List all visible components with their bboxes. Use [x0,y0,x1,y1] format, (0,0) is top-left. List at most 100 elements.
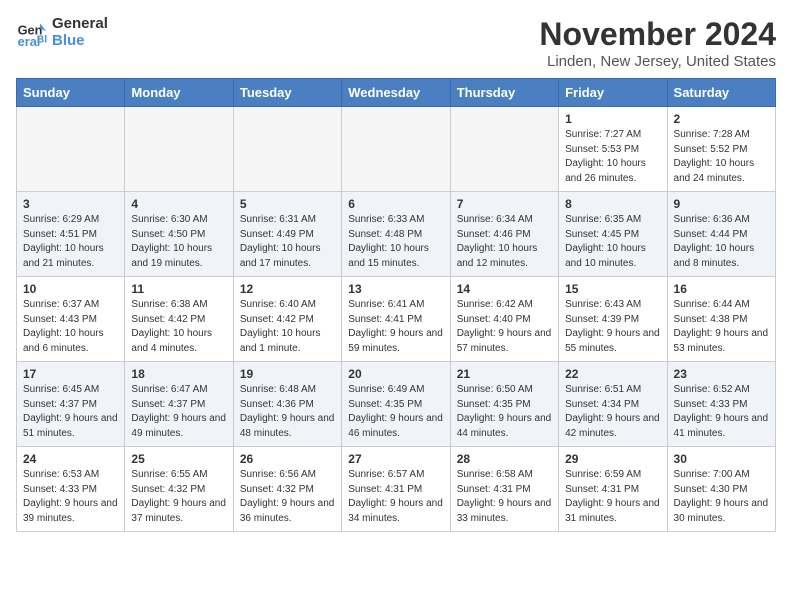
day-info: Sunrise: 6:51 AM Sunset: 4:34 PM Dayligh… [565,383,660,441]
day-number: 14 [457,282,552,296]
calendar-row-4: 17 Sunrise: 6:45 AM Sunset: 4:37 PM Dayli… [17,362,776,447]
day-info: Sunrise: 6:50 AM Sunset: 4:35 PM Dayligh… [457,383,552,441]
day-info: Sunrise: 6:44 AM Sunset: 4:38 PM Dayligh… [674,298,769,356]
calendar-cell: 21 Sunrise: 6:50 AM Sunset: 4:35 PM Dayli… [450,362,558,447]
day-info: Sunrise: 6:38 AM Sunset: 4:42 PM Dayligh… [131,298,226,356]
calendar-cell: 3 Sunrise: 6:29 AM Sunset: 4:51 PM Daylig… [17,192,125,277]
calendar-cell: 25 Sunrise: 6:55 AM Sunset: 4:32 PM Dayli… [125,447,233,532]
page-header: Gen eral Blue General Blue November 2024… [16,16,776,70]
day-info: Sunrise: 6:47 AM Sunset: 4:37 PM Dayligh… [131,383,226,441]
logo-general: General [52,16,108,33]
calendar-cell: 1 Sunrise: 7:27 AM Sunset: 5:53 PM Daylig… [559,107,667,192]
day-number: 29 [565,452,660,466]
header-sunday: Sunday [17,79,125,107]
calendar-cell: 2 Sunrise: 7:28 AM Sunset: 5:52 PM Daylig… [667,107,775,192]
header-saturday: Saturday [667,79,775,107]
day-number: 27 [348,452,443,466]
calendar-cell: 15Sunrise: 6:43 AM Sunset: 4:39 PM Dayli… [559,277,667,362]
calendar-cell: 12 Sunrise: 6:40 AM Sunset: 4:42 PM Dayli… [233,277,341,362]
header-wednesday: Wednesday [342,79,450,107]
day-info: Sunrise: 6:30 AM Sunset: 4:50 PM Dayligh… [131,213,226,271]
calendar-row-2: 3 Sunrise: 6:29 AM Sunset: 4:51 PM Daylig… [17,192,776,277]
day-info: Sunrise: 6:31 AM Sunset: 4:49 PM Dayligh… [240,213,335,271]
calendar-cell: 14 Sunrise: 6:42 AM Sunset: 4:40 PM Dayli… [450,277,558,362]
day-number: 1 [565,112,660,126]
calendar-table: SundayMondayTuesdayWednesdayThursdayFrid… [16,78,776,532]
day-number: 7 [457,197,552,211]
calendar-cell: 30Sunrise: 7:00 AM Sunset: 4:30 PM Dayli… [667,447,775,532]
calendar-cell [125,107,233,192]
day-info: Sunrise: 6:56 AM Sunset: 4:32 PM Dayligh… [240,468,335,526]
day-number: 25 [131,452,226,466]
calendar-cell [17,107,125,192]
day-number: 18 [131,367,226,381]
day-number: 8 [565,197,660,211]
day-info: Sunrise: 6:53 AM Sunset: 4:33 PM Dayligh… [23,468,118,526]
header-tuesday: Tuesday [233,79,341,107]
day-number: 16 [674,282,769,296]
calendar-cell: 29Sunrise: 6:59 AM Sunset: 4:31 PM Dayli… [559,447,667,532]
day-info: Sunrise: 6:42 AM Sunset: 4:40 PM Dayligh… [457,298,552,356]
day-number: 20 [348,367,443,381]
header-monday: Monday [125,79,233,107]
day-number: 22 [565,367,660,381]
day-info: Sunrise: 6:36 AM Sunset: 4:44 PM Dayligh… [674,213,769,271]
calendar-cell: 13 Sunrise: 6:41 AM Sunset: 4:41 PM Dayli… [342,277,450,362]
calendar-cell [450,107,558,192]
calendar-cell: 22 Sunrise: 6:51 AM Sunset: 4:34 PM Dayli… [559,362,667,447]
day-info: Sunrise: 7:27 AM Sunset: 5:53 PM Dayligh… [565,128,660,186]
day-number: 10 [23,282,118,296]
day-number: 13 [348,282,443,296]
header-thursday: Thursday [450,79,558,107]
calendar-header-row: SundayMondayTuesdayWednesdayThursdayFrid… [17,79,776,107]
day-info: Sunrise: 6:41 AM Sunset: 4:41 PM Dayligh… [348,298,443,356]
calendar-cell: 18 Sunrise: 6:47 AM Sunset: 4:37 PM Dayli… [125,362,233,447]
calendar-cell: 23Sunrise: 6:52 AM Sunset: 4:33 PM Dayli… [667,362,775,447]
day-number: 3 [23,197,118,211]
day-number: 6 [348,197,443,211]
day-info: Sunrise: 6:45 AM Sunset: 4:37 PM Dayligh… [23,383,118,441]
day-info: Sunrise: 7:00 AM Sunset: 4:30 PM Dayligh… [674,468,769,526]
header-friday: Friday [559,79,667,107]
calendar-cell: 24 Sunrise: 6:53 AM Sunset: 4:33 PM Dayli… [17,447,125,532]
day-info: Sunrise: 6:35 AM Sunset: 4:45 PM Dayligh… [565,213,660,271]
day-number: 28 [457,452,552,466]
day-number: 12 [240,282,335,296]
day-number: 4 [131,197,226,211]
calendar-cell: 7 Sunrise: 6:34 AM Sunset: 4:46 PM Daylig… [450,192,558,277]
calendar-cell: 4 Sunrise: 6:30 AM Sunset: 4:50 PM Daylig… [125,192,233,277]
calendar-cell: 9Sunrise: 6:36 AM Sunset: 4:44 PM Daylig… [667,192,775,277]
day-number: 24 [23,452,118,466]
day-info: Sunrise: 6:48 AM Sunset: 4:36 PM Dayligh… [240,383,335,441]
day-info: Sunrise: 6:40 AM Sunset: 4:42 PM Dayligh… [240,298,335,356]
day-number: 2 [674,112,769,126]
calendar-cell: 6 Sunrise: 6:33 AM Sunset: 4:48 PM Daylig… [342,192,450,277]
day-info: Sunrise: 6:55 AM Sunset: 4:32 PM Dayligh… [131,468,226,526]
calendar-cell: 26 Sunrise: 6:56 AM Sunset: 4:32 PM Dayli… [233,447,341,532]
day-info: Sunrise: 7:28 AM Sunset: 5:52 PM Dayligh… [674,128,769,186]
day-number: 21 [457,367,552,381]
logo-blue: Blue [52,33,108,50]
calendar-row-3: 10 Sunrise: 6:37 AM Sunset: 4:43 PM Dayli… [17,277,776,362]
calendar-cell: 16 Sunrise: 6:44 AM Sunset: 4:38 PM Dayli… [667,277,775,362]
day-number: 15 [565,282,660,296]
day-info: Sunrise: 6:33 AM Sunset: 4:48 PM Dayligh… [348,213,443,271]
calendar-cell: 10 Sunrise: 6:37 AM Sunset: 4:43 PM Dayli… [17,277,125,362]
day-info: Sunrise: 6:58 AM Sunset: 4:31 PM Dayligh… [457,468,552,526]
day-number: 23 [674,367,769,381]
calendar-cell: 27 Sunrise: 6:57 AM Sunset: 4:31 PM Dayli… [342,447,450,532]
calendar-cell: 19Sunrise: 6:48 AM Sunset: 4:36 PM Dayli… [233,362,341,447]
day-info: Sunrise: 6:37 AM Sunset: 4:43 PM Dayligh… [23,298,118,356]
calendar-row-1: 1 Sunrise: 7:27 AM Sunset: 5:53 PM Daylig… [17,107,776,192]
day-info: Sunrise: 6:29 AM Sunset: 4:51 PM Dayligh… [23,213,118,271]
calendar-cell: 20Sunrise: 6:49 AM Sunset: 4:35 PM Dayli… [342,362,450,447]
day-number: 17 [23,367,118,381]
day-info: Sunrise: 6:34 AM Sunset: 4:46 PM Dayligh… [457,213,552,271]
day-number: 5 [240,197,335,211]
svg-text:Blue: Blue [37,34,48,45]
day-number: 26 [240,452,335,466]
calendar-cell: 17 Sunrise: 6:45 AM Sunset: 4:37 PM Dayli… [17,362,125,447]
calendar-cell: 28 Sunrise: 6:58 AM Sunset: 4:31 PM Dayli… [450,447,558,532]
day-info: Sunrise: 6:57 AM Sunset: 4:31 PM Dayligh… [348,468,443,526]
calendar-cell [342,107,450,192]
